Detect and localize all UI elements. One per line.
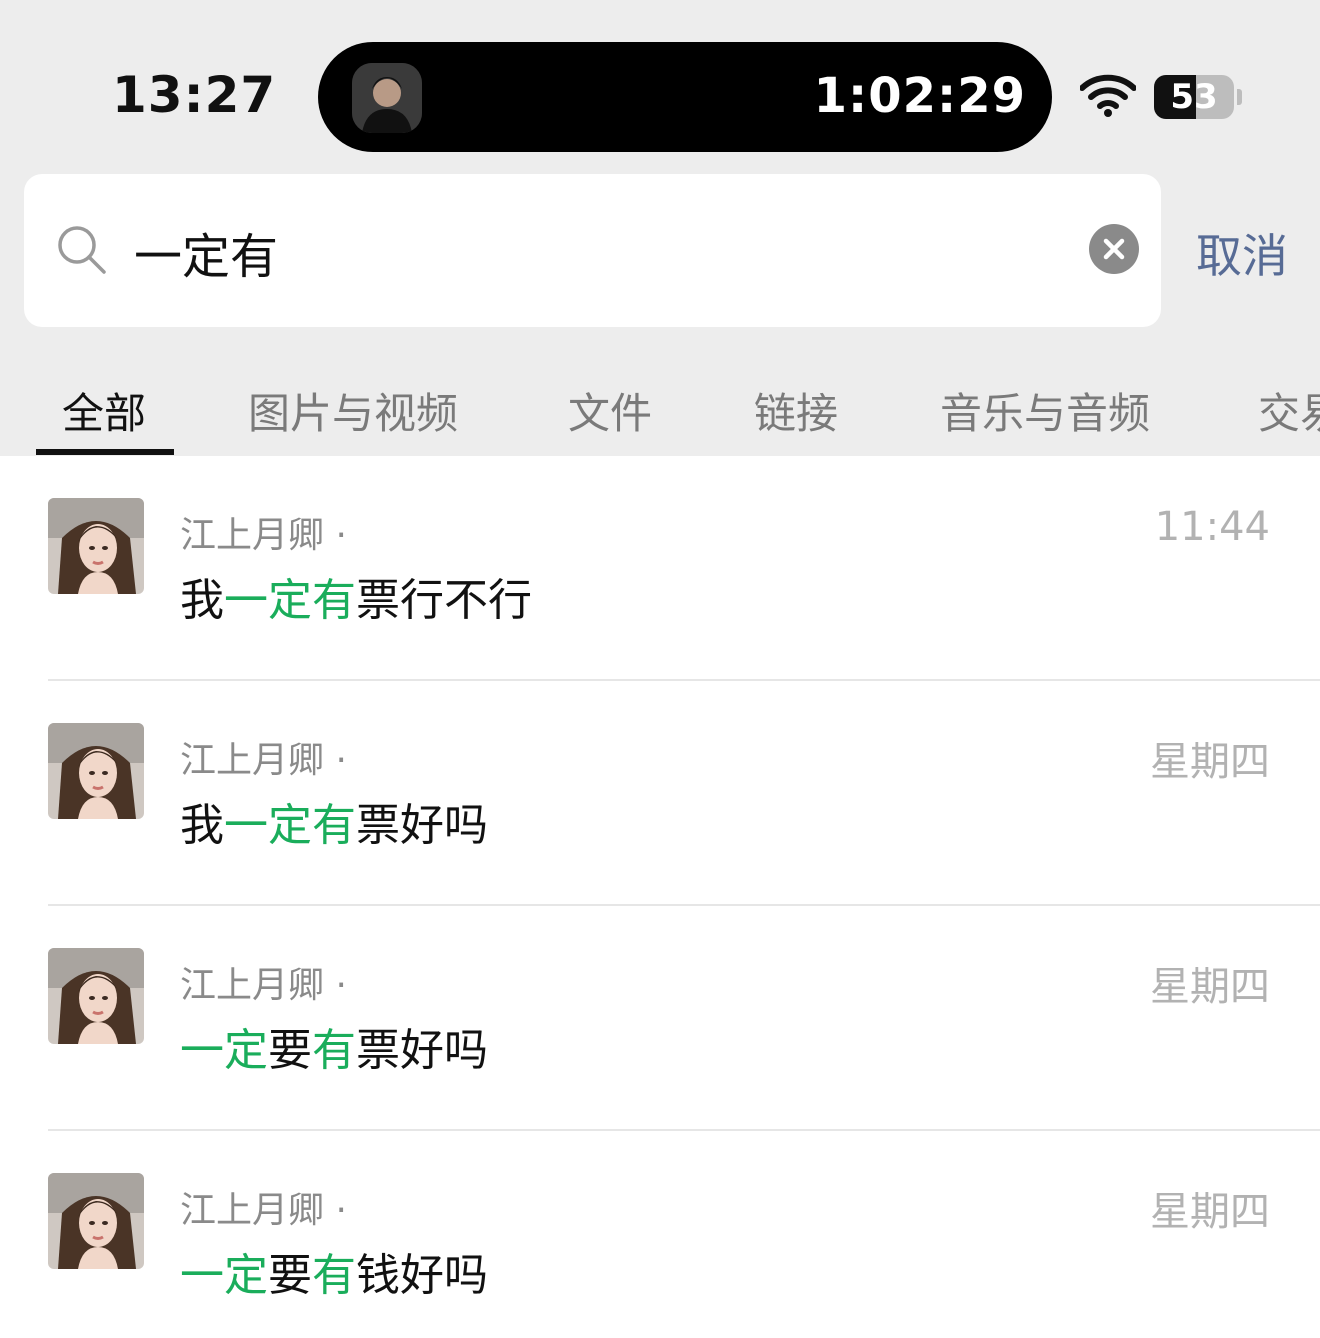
search-result-row[interactable]: 江上月卿 · 星期四我一定有票好吗 bbox=[0, 681, 1320, 906]
sender-name: 江上月卿 · bbox=[180, 515, 347, 556]
search-result-row[interactable]: 江上月卿 · 星期四一定要有钱好吗 bbox=[0, 1131, 1320, 1338]
search-result-row[interactable]: 江上月卿 · 11:44 我一定有票行不行 bbox=[0, 456, 1320, 681]
avatar bbox=[48, 723, 144, 819]
message-preview: 我一定有票行不行 bbox=[180, 564, 532, 628]
keyword-highlight: 一定 bbox=[180, 1250, 268, 1301]
search-result-row[interactable]: 江上月卿 · 星期四一定要有票好吗 bbox=[0, 906, 1320, 1131]
tab-photos-videos[interactable]: 图片与视频 bbox=[248, 380, 458, 441]
message-time: 星期四 bbox=[1150, 1189, 1270, 1235]
tab-transactions[interactable]: 交易 bbox=[1258, 380, 1320, 441]
keyword-highlight: 有 bbox=[312, 1025, 356, 1076]
message-text: 票好吗 bbox=[356, 800, 488, 851]
status-time: 13:27 bbox=[112, 66, 277, 124]
keyword-highlight: 一定有 bbox=[224, 575, 356, 626]
battery-tip bbox=[1237, 89, 1242, 105]
sender-name: 江上月卿 · bbox=[180, 965, 347, 1006]
keyword-highlight: 有 bbox=[312, 1250, 356, 1301]
clear-search-button[interactable] bbox=[1089, 224, 1139, 274]
dynamic-island[interactable]: 1:02:29 bbox=[318, 42, 1052, 152]
message-preview: 我一定有票好吗 bbox=[180, 789, 488, 853]
sender-name: 江上月卿 · bbox=[180, 740, 347, 781]
message-preview: 一定要有钱好吗 bbox=[180, 1239, 488, 1303]
message-text: 我 bbox=[180, 575, 224, 626]
call-timer: 1:02:29 bbox=[813, 68, 1026, 124]
message-text: 要 bbox=[268, 1250, 312, 1301]
message-time: 11:44 bbox=[1154, 504, 1270, 550]
message-text: 票好吗 bbox=[356, 1025, 488, 1076]
tab-music-audio[interactable]: 音乐与音频 bbox=[940, 380, 1150, 441]
message-time: 星期四 bbox=[1150, 739, 1270, 785]
close-icon bbox=[1103, 238, 1125, 260]
keyword-highlight: 一定有 bbox=[224, 800, 356, 851]
message-preview: 一定要有票好吗 bbox=[180, 1014, 488, 1078]
wifi-icon bbox=[1079, 74, 1137, 118]
live-activity-avatar bbox=[352, 63, 422, 133]
message-text: 要 bbox=[268, 1025, 312, 1076]
cancel-button[interactable]: 取消 bbox=[1196, 220, 1288, 286]
avatar bbox=[48, 948, 144, 1044]
message-text: 我 bbox=[180, 800, 224, 851]
message-text: 票行不行 bbox=[356, 575, 532, 626]
keyword-highlight: 一定 bbox=[180, 1025, 268, 1076]
search-input[interactable] bbox=[134, 212, 1034, 292]
battery-percentage: 53 bbox=[1170, 77, 1218, 117]
active-tab-indicator bbox=[36, 449, 174, 455]
search-bar[interactable] bbox=[24, 174, 1161, 327]
tab-links[interactable]: 链接 bbox=[754, 380, 838, 441]
avatar bbox=[48, 1173, 144, 1269]
message-text: 钱好吗 bbox=[356, 1250, 488, 1301]
tab-all[interactable]: 全部 bbox=[62, 380, 146, 441]
message-time: 星期四 bbox=[1150, 964, 1270, 1010]
sender-name: 江上月卿 · bbox=[180, 1190, 347, 1231]
battery-icon: 53 bbox=[1154, 75, 1234, 119]
tab-files[interactable]: 文件 bbox=[568, 380, 652, 441]
avatar bbox=[48, 498, 144, 594]
search-icon bbox=[56, 224, 108, 276]
